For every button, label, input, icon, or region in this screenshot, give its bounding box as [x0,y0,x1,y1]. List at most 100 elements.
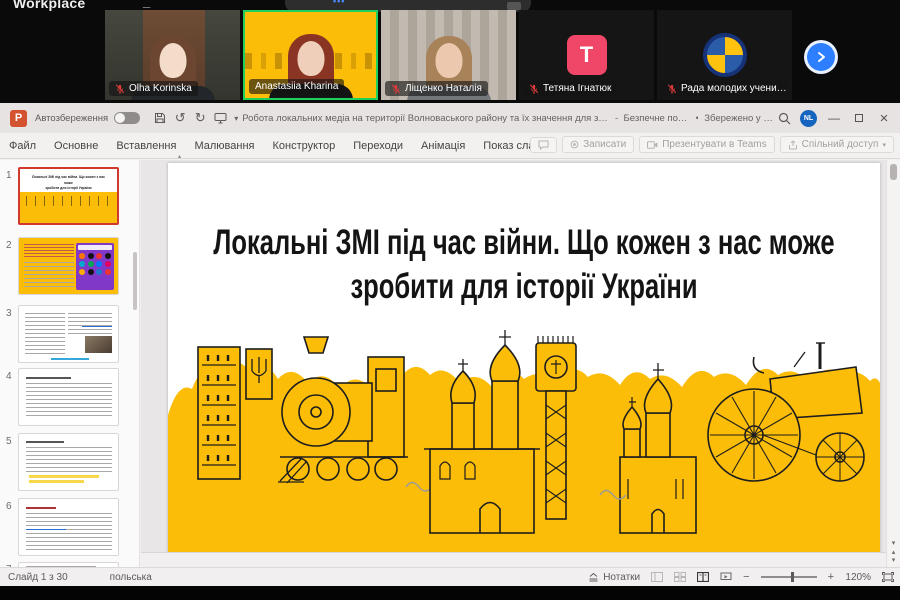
minimize-button[interactable]: — [826,111,842,125]
maximize-icon [855,114,863,122]
autosave-toggle[interactable] [114,112,141,124]
participant-name-label: Рада молодих учени… [661,81,788,96]
thumbnail-number: 1 [6,170,12,181]
current-slide[interactable]: Локальні ЗМІ під час війни. Що кожен з н… [168,163,880,552]
canvas-bottom-strip [141,553,900,567]
share-caret-icon: ▾ [882,141,886,149]
powerpoint-window: P Автозбереження ↺ ↻ ▾ Робота локальних … [0,103,900,586]
search-icon[interactable] [778,112,791,125]
trident-flag-illustration [245,348,273,400]
thumbnail-photo [85,336,112,353]
participant-name-label: Olha Korinska [109,81,198,96]
title-bar: P Автозбереження ↺ ↻ ▾ Робота локальних … [0,103,900,133]
powerpoint-app-icon[interactable]: P [10,109,27,127]
thumbnail-number: 6 [6,501,12,512]
fit-to-window-button[interactable] [882,572,894,582]
overlay-handle[interactable] [507,2,521,10]
comments-button[interactable] [530,136,558,153]
meeting-gallery-strip: Workplace _ ••• Olha Korinska Anastasiia… [0,0,900,103]
language-indicator[interactable]: польська [110,572,152,583]
present-in-teams-button[interactable]: Презентувати в Teams [639,136,775,153]
document-name: Робота локальних медіа на території Волн… [242,112,609,124]
organization-logo [702,33,747,77]
dot-separator: • [696,113,699,124]
previous-slide-icon[interactable]: ▴ [892,549,896,557]
zoom-slider[interactable] [760,572,817,582]
workspace: 1 Локальні ЗМІ під час війни. Що кожен з… [0,160,900,567]
thumbnail-slide-4[interactable] [18,368,119,426]
saved-status-label[interactable]: Збережено у цей ПК [704,113,778,124]
reading-view-button[interactable] [697,572,710,582]
thumbnail-slide-5[interactable] [18,433,119,491]
zoom-level[interactable]: 120% [845,572,871,583]
redo-icon[interactable]: ↻ [190,108,210,128]
yellow-skyline-illustration [168,330,880,552]
record-button[interactable]: Записати [562,136,635,153]
notes-icon [589,572,598,582]
ribbon-action-buttons: Записати Презентувати в Teams Спільний д… [530,136,894,153]
title-separator: - [615,113,618,124]
thumbnail-slide-1[interactable]: Локальні ЗМІ під час війни. Що кожен з н… [18,167,119,225]
thumbnail-slide-3[interactable] [18,305,119,363]
tab-home[interactable]: Основне [45,133,107,159]
thumbnail-number: 3 [6,308,12,319]
participant-tile-tetiana[interactable]: Т Тетяна Ігнатюк [519,10,654,100]
tab-transitions[interactable]: Переходи [344,133,412,159]
scroll-down-icon[interactable]: ▾ [892,540,896,548]
participant-tile-lishchenko[interactable]: Ліщенко Наталія [381,10,516,100]
close-button[interactable]: × [876,110,892,127]
meeting-window-title: Workplace [13,0,86,11]
more-options-icon[interactable]: ••• [333,0,345,6]
quick-access-more-icon[interactable]: ▾ [230,108,242,128]
tab-insert[interactable]: Вставлення [107,133,185,159]
normal-view-button[interactable] [651,572,664,582]
apartment-building-illustration [197,346,241,480]
tab-file[interactable]: Файл [0,133,45,159]
zoom-slider-thumb[interactable] [791,572,795,582]
participant-tile-anastasiia[interactable]: Anastasiia Kharina [243,10,378,100]
tab-draw[interactable]: Малювання [185,133,263,159]
ribbon-collapse-icon[interactable]: ▴ [178,153,181,160]
tab-animations[interactable]: Анімація [412,133,474,159]
letter-avatar: Т [566,35,607,75]
mic-muted-icon [391,83,401,93]
overlay-minimize-icon[interactable]: _ [143,0,150,9]
zoom-out-button[interactable]: − [743,571,749,583]
thumbnail-slide-2[interactable] [18,237,119,295]
thumbnail-number: 4 [6,371,12,382]
next-slide-icon[interactable]: ▾ [892,557,896,565]
undo-icon[interactable]: ↺ [170,108,190,128]
maximize-button[interactable] [851,111,867,125]
slide-sorter-view-button[interactable] [674,572,687,582]
slideshow-view-button[interactable] [720,572,732,582]
account-avatar[interactable]: NL [800,109,817,127]
participant-name-label: Тетяна Ігнатюк [523,81,618,96]
slide-title-textbox[interactable]: Локальні ЗМІ під час війни. Що кожен з н… [196,221,853,310]
notes-button[interactable]: Нотатки [588,572,640,583]
social-icons-panel [76,243,114,290]
camera-icon [647,140,658,149]
document-title: Робота локальних медіа на території Волн… [242,113,778,124]
slide-indicator[interactable]: Слайд 1 з 30 [8,572,68,583]
ribbon-tab-bar: Файл Основне Вставлення Малювання Констр… [0,133,900,160]
slide-canvas[interactable]: Локальні ЗМІ під час війни. Що кожен з н… [141,160,886,553]
gallery-next-page-button[interactable] [804,40,838,74]
share-button[interactable]: Спільний доступ ▾ [779,136,894,153]
autosave-label: Автозбереження [35,112,109,124]
thumbnail-number: 2 [6,240,12,251]
participant-tile-olha[interactable]: Olha Korinska [105,10,240,100]
tractor-illustration [707,342,865,482]
display-settings-icon[interactable] [210,108,230,128]
screen: Workplace _ ••• Olha Korinska Anastasiia… [0,0,900,600]
mic-muted-icon [667,83,677,93]
canvas-scrollbar[interactable]: ▾ ▴ ▾ [886,160,900,567]
record-icon [570,140,579,149]
scrollbar-thumb[interactable] [890,164,897,180]
titlebar-right-controls: NL — × [778,109,892,127]
save-icon[interactable] [150,108,170,128]
tab-design[interactable]: Конструктор [263,133,344,159]
participant-tile-rada[interactable]: Рада молодих учени… [657,10,792,100]
zoom-in-button[interactable]: + [828,571,834,583]
thumbnail-scrollbar[interactable] [133,252,137,310]
thumbnail-slide-6[interactable] [18,498,119,556]
